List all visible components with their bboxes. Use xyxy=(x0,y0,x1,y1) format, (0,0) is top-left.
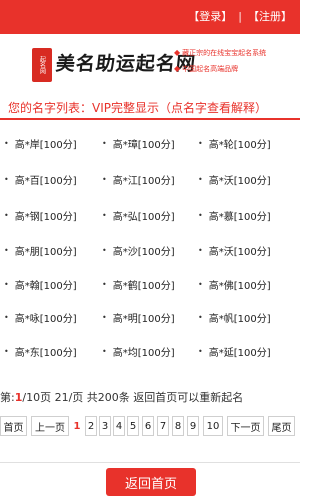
bullet-icon: • xyxy=(102,139,107,148)
bullet-icon: ◆ xyxy=(174,64,181,73)
bullet-icon: • xyxy=(198,347,203,356)
brand-slogans: ◆ 藏正宗的在线宝宝起名系统 ◆ 中国起名高端品牌 xyxy=(174,48,300,80)
page-summary: 第:1/10页 21/页 共200条 返回首页可以重新起名 xyxy=(0,389,243,405)
name-item[interactable]: • 高*弘[100分] xyxy=(102,208,175,223)
auth-separator: | xyxy=(238,9,242,23)
name-item[interactable]: • 高*百[100分] xyxy=(4,172,77,187)
page-number[interactable]: 4 xyxy=(113,416,125,436)
name-item[interactable]: • 高*江[100分] xyxy=(102,172,175,187)
summary-prefix: 第: xyxy=(0,391,15,404)
page-number[interactable]: 7 xyxy=(157,416,169,436)
name-item[interactable]: • 高*朋[100分] xyxy=(4,243,77,258)
brand-seal-logo: 起名网 xyxy=(32,48,52,82)
register-link[interactable]: 【注册】 xyxy=(248,8,292,24)
name-item[interactable]: • 高*沃[100分] xyxy=(198,243,271,258)
bullet-icon: • xyxy=(198,246,203,255)
first-page-button[interactable]: 首页 xyxy=(0,416,27,436)
slogan-line-1: ◆ 藏正宗的在线宝宝起名系统 xyxy=(174,48,300,58)
name-item[interactable]: • 高*岸[100分] xyxy=(4,136,77,151)
bullet-icon: • xyxy=(102,175,107,184)
brand-seal-text: 起名网 xyxy=(38,56,46,74)
name-item[interactable]: • 高*延[100分] xyxy=(198,344,271,359)
auth-links: 【登录】 | 【注册】 xyxy=(188,8,292,24)
page-number-current[interactable]: 1 xyxy=(71,416,83,436)
name-item[interactable]: • 高*帆[100分] xyxy=(198,310,271,325)
bullet-icon: • xyxy=(102,246,107,255)
summary-rest: /10页 21/页 共200条 返回首页可以重新起名 xyxy=(22,391,244,404)
name-item[interactable]: • 高*明[100分] xyxy=(102,310,175,325)
page-number[interactable]: 5 xyxy=(127,416,139,436)
bullet-icon: • xyxy=(198,139,203,148)
divider xyxy=(0,462,300,463)
name-item[interactable]: • 高*咏[100分] xyxy=(4,310,77,325)
name-item[interactable]: • 高*慕[100分] xyxy=(198,208,271,223)
bullet-icon: • xyxy=(102,211,107,220)
slogan-line-2: ◆ 中国起名高端品牌 xyxy=(174,64,300,74)
name-item[interactable]: • 高*沃[100分] xyxy=(198,172,271,187)
name-item[interactable]: • 高*沙[100分] xyxy=(102,243,175,258)
name-item[interactable]: • 高*均[100分] xyxy=(102,344,175,359)
next-page-button[interactable]: 下一页 xyxy=(227,416,264,436)
name-item[interactable]: • 高*佛[100分] xyxy=(198,277,271,292)
bullet-icon: • xyxy=(102,347,107,356)
name-item[interactable]: • 高*东[100分] xyxy=(4,344,77,359)
bullet-icon: ◆ xyxy=(174,48,181,57)
bullet-icon: • xyxy=(198,313,203,322)
page-number[interactable]: 3 xyxy=(99,416,111,436)
back-home-button[interactable]: 返回首页 xyxy=(106,468,196,496)
page-number[interactable]: 2 xyxy=(85,416,97,436)
name-item[interactable]: • 高*鹤[100分] xyxy=(102,277,175,292)
bullet-icon: • xyxy=(4,211,9,220)
name-item[interactable]: • 高*钢[100分] xyxy=(4,208,77,223)
bullet-icon: • xyxy=(4,175,9,184)
pagination: 首页 上一页 1 2 3 4 5 6 7 8 9 10 下一页 尾页 xyxy=(0,416,300,438)
bullet-icon: • xyxy=(198,280,203,289)
bullet-icon: • xyxy=(4,246,9,255)
brand-header: 起名网 美名助运起名网 ◆ 藏正宗的在线宝宝起名系统 ◆ 中国起名高端品牌 xyxy=(0,34,300,92)
slogan-text: 藏正宗的在线宝宝起名系统 xyxy=(182,49,267,57)
prev-page-button[interactable]: 上一页 xyxy=(31,416,69,436)
page-number[interactable]: 6 xyxy=(142,416,154,436)
name-item[interactable]: • 高*轮[100分] xyxy=(198,136,271,151)
login-link[interactable]: 【登录】 xyxy=(188,8,232,24)
bullet-icon: • xyxy=(102,280,107,289)
page-number[interactable]: 9 xyxy=(187,416,199,436)
last-page-button[interactable]: 尾页 xyxy=(268,416,295,436)
bullet-icon: • xyxy=(102,313,107,322)
name-item[interactable]: • 高*璋[100分] xyxy=(102,136,175,151)
bullet-icon: • xyxy=(4,280,9,289)
list-title: 您的名字列表：VIP完整显示（点名字查看解释） xyxy=(8,101,267,115)
top-bar: 【登录】 | 【注册】 xyxy=(0,0,300,34)
bullet-icon: • xyxy=(4,139,9,148)
bullet-icon: • xyxy=(4,313,9,322)
slogan-text: 中国起名高端品牌 xyxy=(182,65,239,73)
page-number[interactable]: 8 xyxy=(172,416,184,436)
bullet-icon: • xyxy=(4,347,9,356)
bullet-icon: • xyxy=(198,211,203,220)
page-number[interactable]: 10 xyxy=(203,416,223,436)
list-title-bar: 您的名字列表：VIP完整显示（点名字查看解释） xyxy=(0,94,300,120)
bullet-icon: • xyxy=(198,175,203,184)
name-item[interactable]: • 高*翰[100分] xyxy=(4,277,77,292)
